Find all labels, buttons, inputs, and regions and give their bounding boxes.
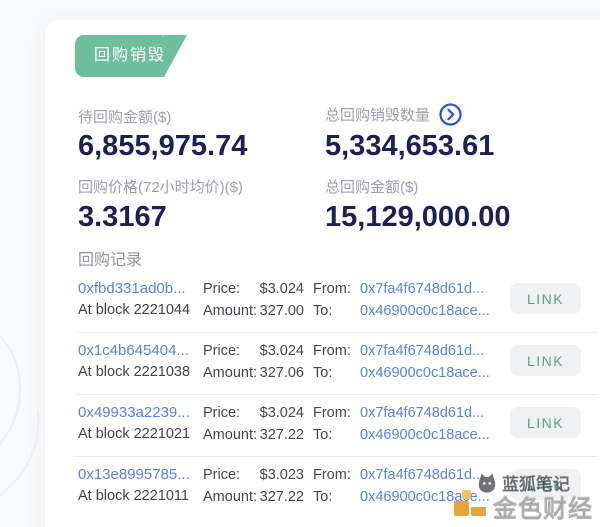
amount-label: Amount: [203, 489, 257, 505]
total-buyback-label: 总回购金额($) [325, 179, 419, 196]
amount-label: Amount: [203, 365, 257, 381]
records-title: 回购记录 [78, 252, 143, 269]
row-divider [75, 394, 598, 395]
price-value: $3.024 [259, 281, 304, 297]
jinse-watermark: 金色财经 [450, 484, 593, 524]
price-value: $3.023 [259, 467, 304, 483]
link-button[interactable]: LINK [510, 345, 581, 376]
tx-hash-link[interactable]: 0xfbd331ad0b... [78, 280, 186, 297]
price-value: $3.024 [259, 405, 304, 421]
price-label: Price: [203, 467, 241, 483]
pending-amount-label: 待回购金额($) [78, 109, 172, 126]
tx-hash-link[interactable]: 0x49933a2239... [78, 404, 190, 421]
amount-field: Amount: 327.22 [203, 427, 304, 443]
buyback-price-value: 3.3167 [78, 201, 167, 233]
amount-value: 327.22 [259, 427, 304, 443]
to-address-link[interactable]: 0x46900c0c18ace... [360, 427, 490, 443]
tx-block: At block 2221011 [78, 488, 189, 504]
badge-ribbon-tail [164, 35, 187, 77]
from-address-link[interactable]: 0x7fa4f6748d61d... [360, 343, 484, 359]
from-label: From: [313, 405, 351, 421]
amount-label: Amount: [203, 427, 257, 443]
price-label: Price: [203, 405, 241, 421]
jinse-logo-icon [454, 490, 486, 516]
price-value: $3.024 [259, 343, 304, 359]
tx-hash-link[interactable]: 0x1c4b645404... [78, 342, 189, 359]
total-burned-value: 5,334,653.61 [325, 130, 495, 162]
from-label: From: [313, 467, 351, 483]
price-field: Price: $3.023 [203, 467, 304, 483]
price-label: Price: [203, 343, 241, 359]
price-label: Price: [203, 281, 241, 297]
price-field: Price: $3.024 [203, 405, 304, 421]
tx-hash-link[interactable]: 0x13e8995785... [78, 466, 190, 483]
amount-field: Amount: 327.22 [203, 489, 304, 505]
tx-block: At block 2221021 [78, 426, 191, 442]
amount-field: Amount: 327.06 [203, 365, 304, 381]
amount-value: 327.00 [259, 303, 304, 319]
record-row: 0x1c4b645404... At block 2221038 Price: … [0, 337, 600, 399]
from-label: From: [313, 343, 351, 359]
to-address-link[interactable]: 0x46900c0c18ace... [360, 303, 490, 319]
price-field: Price: $3.024 [203, 343, 304, 359]
to-label: To: [313, 427, 333, 443]
to-label: To: [313, 303, 333, 319]
record-row: 0x49933a2239... At block 2221021 Price: … [0, 399, 600, 461]
from-address-link[interactable]: 0x7fa4f6748d61d... [360, 281, 484, 297]
amount-field: Amount: 327.00 [203, 303, 304, 319]
buyback-price-label: 回购价格(72小时均价)($) [78, 179, 244, 196]
total-burned-label-row: 总回购销毁数量 [325, 103, 462, 126]
pending-amount-value: 6,855,975.74 [78, 130, 248, 162]
total-buyback-value: 15,129,000.00 [325, 201, 511, 233]
link-button[interactable]: LINK [510, 407, 581, 438]
from-address-link[interactable]: 0x7fa4f6748d61d... [360, 467, 484, 483]
amount-value: 327.22 [259, 489, 304, 505]
from-label: From: [313, 281, 351, 297]
tx-block: At block 2221038 [78, 364, 191, 380]
to-label: To: [313, 489, 333, 505]
to-address-link[interactable]: 0x46900c0c18ace... [360, 365, 490, 381]
record-row: 0xfbd331ad0b... At block 2221044 Price: … [0, 275, 600, 337]
total-burned-label: 总回购销毁数量 [325, 107, 431, 124]
jinse-watermark-label: 金色财经 [493, 496, 593, 523]
to-label: To: [313, 365, 333, 381]
price-field: Price: $3.024 [203, 281, 304, 297]
amount-label: Amount: [203, 303, 257, 319]
chevron-right-circle-icon[interactable] [439, 103, 462, 126]
link-button[interactable]: LINK [510, 283, 581, 314]
badge-label: 回购销毁 [94, 47, 167, 64]
tx-block: At block 2221044 [78, 302, 191, 318]
from-address-link[interactable]: 0x7fa4f6748d61d... [360, 405, 484, 421]
buyback-burn-panel: 回购销毁 待回购金额($) 6,855,975.74 回购价格(72小时均价)(… [0, 0, 600, 527]
amount-value: 327.06 [259, 365, 304, 381]
row-divider [75, 456, 598, 457]
row-divider [75, 332, 598, 333]
